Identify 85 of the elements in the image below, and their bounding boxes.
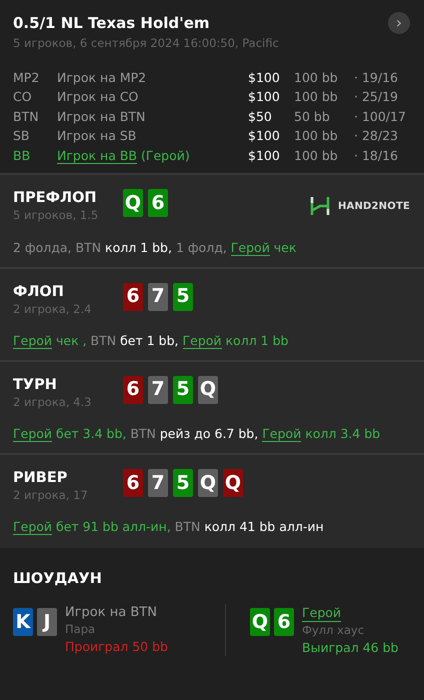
playing-card: Q	[198, 469, 218, 497]
stack-amount: $100	[248, 127, 281, 146]
action-text: 1 фолд,	[174, 240, 228, 254]
hero-link[interactable]: Герой	[262, 426, 302, 442]
street-info: 5 игроков, 1.5	[13, 207, 100, 224]
player-stats: · 19/16	[354, 68, 399, 87]
logo-icon	[310, 195, 330, 218]
player-name: Игрок на MP2	[57, 70, 146, 85]
street-name: ТУРН	[13, 376, 58, 394]
player-name: Игрок на BTN	[57, 108, 146, 124]
playing-card: 5	[173, 376, 193, 404]
playing-card: 7	[148, 376, 168, 404]
playing-card: Q	[123, 189, 143, 218]
logo-text: HAND2NOTE	[338, 200, 410, 214]
hero-link[interactable]: Герой	[13, 332, 52, 349]
action-text: чек	[272, 240, 296, 254]
position-label: MP2	[13, 68, 40, 87]
position-label: SB	[13, 127, 31, 146]
hand-title: 0.5/1 NL Texas Hold'em	[13, 13, 210, 34]
hero-link[interactable]: Герой	[230, 240, 270, 256]
player-stats: · 18/16	[354, 146, 399, 165]
next-button[interactable]: ›	[388, 12, 410, 34]
stack-amount: $50	[248, 108, 273, 126]
action-text: бет 91 bb алл-ин,	[55, 519, 171, 534]
action-text: 2 фолда, BTN	[13, 240, 102, 254]
street-name: ФЛОП	[13, 282, 65, 300]
street-info: 2 игрока, 17	[13, 487, 89, 504]
action-text: BTN	[129, 426, 157, 441]
playing-card: 6	[123, 469, 143, 497]
stack-amount: $100	[248, 146, 281, 165]
hand-rank: Пара	[65, 621, 96, 638]
result-text: Проиграл 50 bb	[65, 638, 168, 656]
player-stats: · 28/23	[354, 127, 399, 146]
action-text: бет 3.4 bb,	[55, 426, 126, 441]
hero-link[interactable]: Герой	[182, 332, 222, 349]
playing-card: J	[37, 608, 57, 636]
playing-card: 6	[123, 376, 143, 404]
player-link[interactable]: Герой	[302, 604, 342, 622]
playing-card: Q	[223, 469, 243, 497]
stack-bb: 100 bb	[294, 127, 339, 146]
stack-amount: $100	[248, 68, 281, 87]
player-name: Игрок на SB	[57, 128, 136, 144]
stack-bb: 100 bb	[294, 68, 339, 87]
playing-card: 7	[148, 469, 168, 497]
street-name: РИВЕР	[13, 469, 68, 487]
player-stats: · 25/19	[354, 88, 399, 106]
hero-link[interactable]: Герой	[13, 426, 52, 442]
stack-amount: $100	[248, 88, 281, 106]
hero-tag: (Герой)	[136, 148, 190, 163]
playing-card: Q	[198, 376, 218, 404]
action-text: колл 1 bb,	[105, 240, 172, 254]
playing-card: 5	[173, 282, 193, 310]
position-label: BB	[13, 146, 32, 165]
street-info: 2 игрока, 4.3	[13, 394, 92, 411]
action-text: колл 1 bb	[224, 332, 288, 348]
playing-card: 6	[274, 608, 294, 636]
stack-bb: 50 bb	[294, 108, 331, 126]
player-name: Игрок на BTN	[65, 604, 158, 622]
action-text: BTN	[90, 332, 118, 348]
street-name: ПРЕФЛОП	[13, 189, 98, 208]
player-name: Игрок на CO	[57, 89, 138, 104]
hero-link[interactable]: Герой	[13, 519, 52, 536]
player-stats: · 100/17	[354, 108, 407, 126]
action-text: BTN	[174, 519, 202, 534]
street-info: 2 игрока, 2.4	[13, 300, 92, 318]
playing-card: K	[13, 608, 33, 636]
player-link[interactable]: Игрок на BB	[57, 148, 137, 164]
action-text: чек ,	[55, 332, 87, 348]
playing-card: 7	[148, 282, 168, 310]
stack-bb: 100 bb	[294, 88, 339, 106]
action-text: колл 41 bb алл-ин	[204, 519, 324, 534]
hand-subtitle: 5 игроков, 6 сентября 2024 16:00:50, Pacific	[13, 34, 280, 52]
hand-rank: Фулл хаус	[302, 622, 366, 640]
playing-card: 6	[123, 282, 143, 310]
playing-card: 6	[148, 189, 168, 218]
playing-card: 5	[173, 469, 193, 497]
position-label: CO	[13, 88, 33, 106]
stack-bb: 100 bb	[294, 146, 339, 165]
playing-card: Q	[250, 608, 270, 636]
showdown-title: ШОУДАУН	[13, 570, 103, 588]
position-label: BTN	[13, 108, 40, 126]
action-text: колл 3.4 bb	[304, 426, 380, 441]
action-text: бет 1 bb,	[120, 332, 180, 348]
result-text: Выиграл 46 bb	[302, 639, 398, 656]
action-text: рейз до 6.7 bb,	[160, 426, 260, 441]
